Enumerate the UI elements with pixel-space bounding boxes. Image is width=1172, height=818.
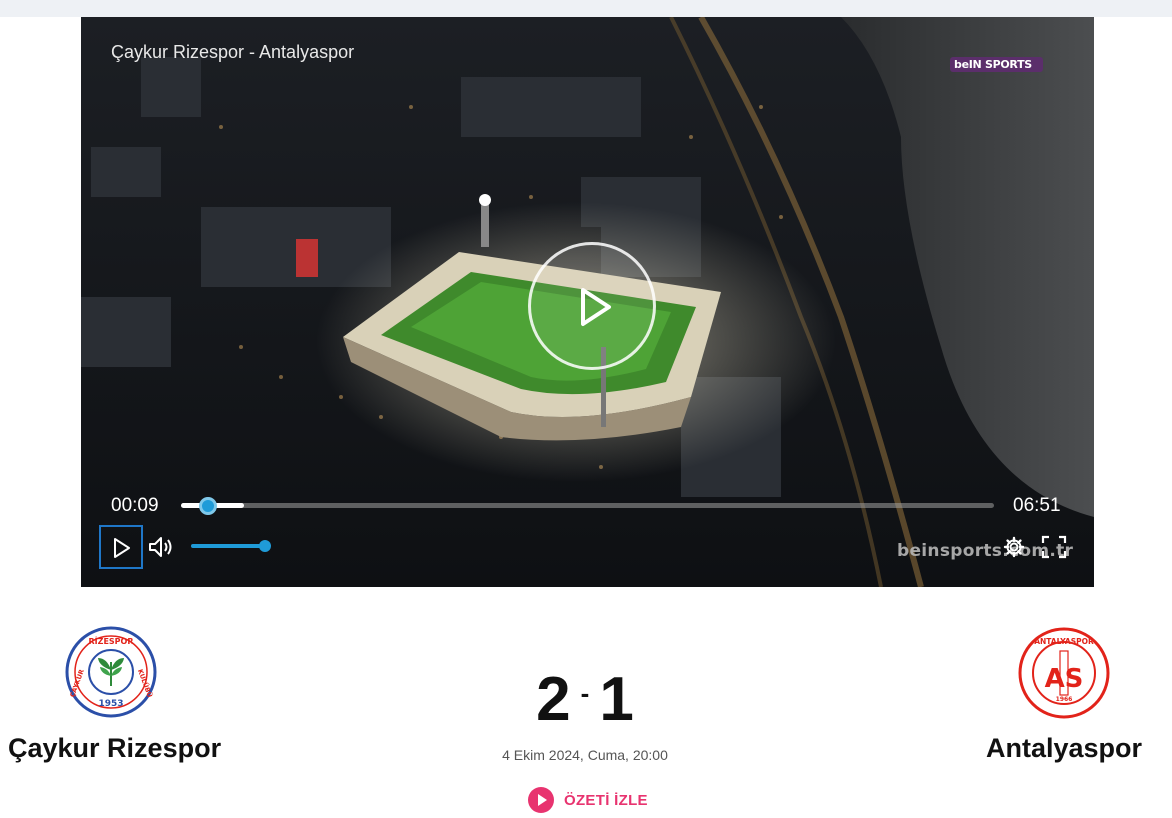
channel-logo: beIN SPORTS [950,57,1043,72]
home-score: 2 [536,665,571,734]
video-player[interactable]: Çaykur Rizespor - Antalyaspor beIN SPORT… [81,17,1094,587]
watch-summary-button[interactable]: ÖZETİ İZLE [528,787,648,813]
scoreboard: 2-1 [520,664,650,735]
video-title: Çaykur Rizespor - Antalyaspor [111,42,355,62]
volume-slider[interactable] [191,540,271,552]
home-team-logo[interactable]: RİZESPOR ÇAYKUR KULÜBÜ 1953 [65,626,157,718]
duration: 06:51 [1013,495,1061,516]
play-icon [114,538,130,558]
mute-button[interactable] [147,535,175,559]
watch-summary-label: ÖZETİ İZLE [564,791,648,809]
away-logo-year: 1966 [1056,696,1073,703]
away-score: 1 [599,665,634,734]
settings-button[interactable] [1003,536,1025,558]
settings-icon [1003,536,1025,558]
seek-handle[interactable] [198,497,217,515]
home-logo-year: 1953 [98,699,123,709]
fullscreen-icon [1041,535,1067,559]
away-logo-top-text: ANTALYASPOR [1034,637,1094,646]
fullscreen-button[interactable] [1041,535,1067,559]
home-logo-top-text: RİZESPOR [89,636,134,646]
current-time: 00:09 [111,495,159,516]
volume-handle[interactable] [259,540,271,552]
play-icon [581,288,611,326]
top-bar [0,0,1172,17]
away-team-name[interactable]: Antalyaspor [986,733,1142,764]
score-separator: - [580,678,590,708]
volume-icon [149,537,172,557]
play-button[interactable] [99,525,143,569]
match-date: 4 Ekim 2024, Cuma, 20:00 [502,747,668,763]
play-circle-icon [528,787,554,813]
home-team-name[interactable]: Çaykur Rizespor [8,733,221,764]
away-logo-monogram: AS [1045,664,1084,694]
big-play-button[interactable] [528,242,656,370]
away-team-logo[interactable]: ANTALYASPOR AS 1966 [1018,627,1110,719]
seek-bar[interactable] [181,497,994,515]
